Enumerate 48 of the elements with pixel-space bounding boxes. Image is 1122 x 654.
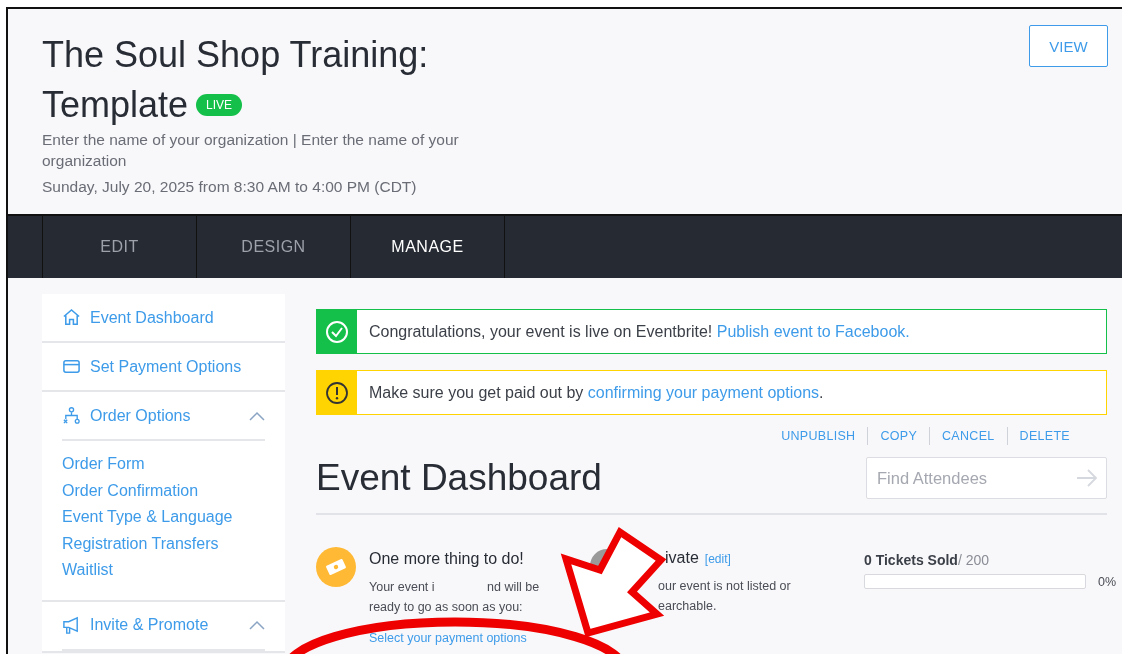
alert-link[interactable]: Publish event to Facebook. <box>716 322 910 341</box>
event-title: Template <box>42 83 189 127</box>
percent-text: 0% <box>1098 574 1117 589</box>
nav-tab[interactable]: EDIT <box>43 216 197 278</box>
sidebar-item[interactable]: Invite & Promote <box>90 616 240 634</box>
warning-icon <box>325 380 349 405</box>
alert-message: Congratulations, your event is live on Eventbrite! Publish event to Facebook. <box>368 321 910 343</box>
view-button[interactable]: VIEW <box>1029 25 1108 67</box>
payment-link[interactable]: Select your payment options <box>369 631 527 645</box>
chevron-icon[interactable] <box>249 620 265 630</box>
sidebar-subitem[interactable]: Waitlist <box>62 557 265 584</box>
event-date: Sunday, July 20, 2025 from 8:30 AM to 4:00 PM (CDT) <box>42 177 418 197</box>
megaphone-icon <box>62 615 81 635</box>
sidebar-subitem[interactable]: Order Confirmation <box>62 477 265 504</box>
sidebar-subitem[interactable]: Event Type & Language <box>62 504 265 531</box>
todo-title: One more thing to do! <box>369 550 525 568</box>
todo-text: Your event i <box>369 579 436 596</box>
nav-tab[interactable]: MANAGE <box>351 216 505 278</box>
sidebar-item[interactable]: Order Options <box>90 406 240 425</box>
tickets-total: / 200 <box>957 552 990 568</box>
action-link[interactable]: COPY <box>867 427 930 445</box>
page-heading: Event Dashboard <box>316 457 602 499</box>
privacy-title: ivate <box>665 549 699 567</box>
live-badge: LIVE <box>196 94 243 116</box>
privacy-text: earchable. <box>658 598 718 615</box>
privacy-text: our event is not listed or <box>658 578 791 595</box>
ticket-icon <box>316 547 356 587</box>
action-link[interactable]: DELETE <box>1006 427 1082 445</box>
chevron-icon[interactable] <box>249 410 265 421</box>
flow-icon <box>62 406 81 425</box>
action-link[interactable]: UNPUBLISH <box>769 427 868 445</box>
action-link[interactable]: CANCEL <box>929 427 1007 445</box>
edit-link[interactable]: [edit] <box>704 552 731 566</box>
credit-card-icon <box>62 357 81 376</box>
sidebar-item[interactable]: Event Dashboard <box>90 308 265 327</box>
todo-text: nd will be <box>487 580 540 594</box>
event-title: The Soul Shop Training: <box>42 33 430 77</box>
nav-tab[interactable]: DESIGN <box>197 216 351 278</box>
home-icon <box>62 308 81 327</box>
check-circle-icon <box>325 319 349 344</box>
tickets-sold: 0 Tickets Sold <box>864 552 958 568</box>
alert-message: Make sure you get paid out by confirming your payment options. <box>368 382 824 404</box>
sidebar-subitem[interactable]: Order Form <box>62 451 265 478</box>
organizer-text: Enter the name of your organization | Enter the name of your organization <box>42 130 460 171</box>
search-field[interactable]: Find Attendees <box>866 457 1107 499</box>
sidebar-item[interactable]: Set Payment Options <box>90 357 265 376</box>
todo-text: ready to go as soon as you: <box>369 599 524 616</box>
sidebar-subitem[interactable]: Registration Transfers <box>62 530 265 557</box>
